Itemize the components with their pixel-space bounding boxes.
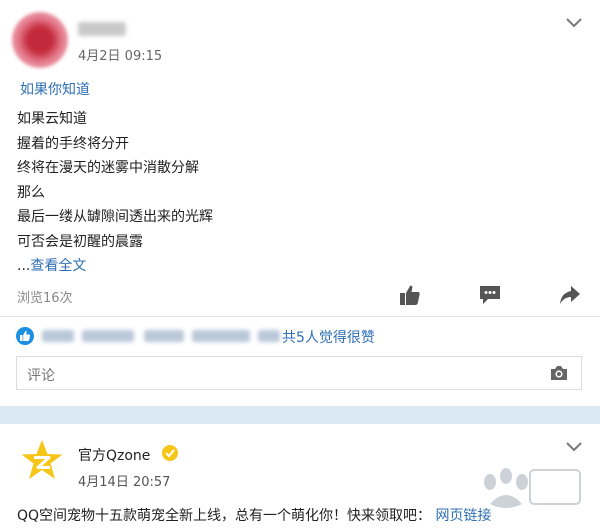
thumbs-up-icon[interactable] [398, 284, 422, 306]
username-blurred[interactable] [78, 22, 126, 36]
qzone-star-logo[interactable] [20, 439, 64, 481]
comment-icon[interactable] [478, 284, 502, 306]
divider [0, 316, 600, 317]
camera-icon[interactable] [549, 364, 569, 382]
post-line: 终将在漫天的迷雾中消散分解 [17, 160, 199, 176]
thumbs-up-icon [16, 327, 34, 345]
ellipsis: ... [17, 258, 31, 274]
post-line: 那么 [17, 185, 45, 201]
read-more-link[interactable]: 查看全文 [30, 258, 86, 274]
feed-separator [0, 406, 600, 424]
likes-summary[interactable]: 共5人觉得很赞 [282, 327, 375, 347]
post-line: 最后一缕从罅隙间透出来的光辉 [17, 209, 213, 225]
author-name[interactable]: 官方Qzone [78, 445, 150, 465]
post-line: 如果云知道 [17, 111, 87, 127]
share-icon[interactable] [558, 284, 582, 306]
post-line: 握着的手终将分开 [17, 136, 129, 152]
post-title[interactable]: 如果你知道 [20, 79, 90, 99]
chevron-down-icon[interactable] [566, 442, 582, 452]
post-body: QQ空间宠物十五款萌宠全新上线，总有一个萌化你！快来领取吧： [17, 508, 432, 524]
post-timestamp: 4月2日 09:15 [78, 49, 163, 64]
baidu-watermark [484, 468, 581, 508]
post-text: QQ空间宠物十五款萌宠全新上线，总有一个萌化你！快来领取吧： 网页链接 [17, 505, 492, 525]
read-more: ...查看全文 [17, 255, 86, 275]
liker-name[interactable] [192, 330, 250, 342]
chevron-down-icon[interactable] [566, 18, 582, 28]
comment-input[interactable]: 评论 [16, 356, 582, 390]
liker-name[interactable] [258, 330, 280, 342]
verified-badge-icon [161, 444, 179, 462]
likes-row: 共5人觉得很赞 [16, 326, 576, 346]
view-count: 浏览16次 [17, 291, 73, 306]
liker-name[interactable] [144, 330, 184, 342]
liker-name[interactable] [42, 330, 74, 342]
feed-post-1: 4月2日 09:15 如果你知道 如果云知道 握着的手终将分开 终将在漫天的迷雾… [0, 0, 600, 406]
liker-name[interactable] [82, 330, 134, 342]
post-line: 可否会是初醒的晨露 [17, 234, 143, 250]
post-timestamp: 4月14日 20:57 [78, 475, 171, 490]
avatar[interactable] [12, 12, 68, 68]
comment-placeholder: 评论 [27, 368, 55, 384]
